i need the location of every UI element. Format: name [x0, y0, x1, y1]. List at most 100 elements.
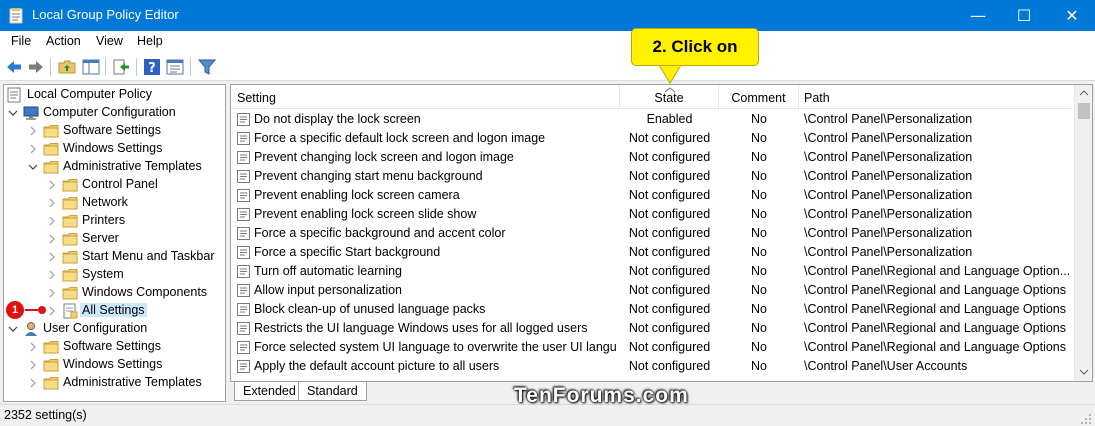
table-row[interactable]: Force a specific Start background Not con…	[231, 243, 1071, 262]
show-hide-tree-icon[interactable]	[82, 58, 100, 76]
setting-name: Prevent changing lock screen and logon i…	[254, 150, 514, 164]
table-row[interactable]: Restricts the UI language Windows uses f…	[231, 319, 1071, 338]
tree-item-label: Windows Settings	[63, 141, 163, 155]
close-button[interactable]: ✕	[1049, 0, 1095, 31]
policy-setting-icon	[237, 246, 250, 259]
setting-comment: No	[751, 131, 767, 145]
callout-pointer	[658, 65, 682, 84]
scroll-down-icon[interactable]	[1079, 369, 1089, 375]
toolbar-separator	[136, 58, 137, 76]
chevron-right-icon[interactable]	[47, 198, 57, 208]
setting-path: \Control Panel\Regional and Language Opt…	[804, 340, 1066, 354]
folder-icon	[43, 341, 59, 354]
setting-name: Block clean-up of unused language packs	[254, 302, 486, 316]
forward-arrow-icon[interactable]	[27, 58, 45, 76]
column-header-comment[interactable]: Comment	[719, 85, 799, 109]
settings-list[interactable]: Setting State Comment Path Do not displa…	[230, 84, 1093, 382]
scroll-thumb[interactable]	[1078, 103, 1090, 119]
setting-path: \Control Panel\Personalization	[804, 150, 973, 164]
setting-state: Enabled	[646, 112, 693, 126]
menu-file[interactable]: File	[11, 34, 31, 48]
vertical-scrollbar[interactable]	[1074, 85, 1092, 381]
table-row[interactable]: Allow input personalization Not configure…	[231, 281, 1071, 300]
chevron-right-icon[interactable]	[47, 216, 57, 226]
folder-icon	[43, 377, 59, 390]
chevron-right-icon[interactable]	[47, 234, 57, 244]
chevron-right-icon[interactable]	[47, 252, 57, 262]
setting-comment: No	[751, 340, 767, 354]
maximize-button[interactable]: ☐	[1001, 0, 1047, 31]
minimize-button[interactable]: —	[955, 0, 1001, 31]
tree-item-label: Control Panel	[82, 177, 158, 191]
chevron-down-icon[interactable]	[8, 324, 18, 334]
table-row[interactable]: Turn off automatic learning Not configure…	[231, 262, 1071, 281]
column-header-path[interactable]: Path	[799, 85, 1071, 109]
table-row[interactable]: Apply the default account picture to all…	[231, 357, 1071, 376]
menu-action[interactable]: Action	[46, 34, 81, 48]
table-row[interactable]: Prevent enabling lock screen slide show N…	[231, 205, 1071, 224]
setting-path: \Control Panel\Personalization	[804, 169, 973, 183]
policy-setting-icon	[237, 284, 250, 297]
chevron-right-icon[interactable]	[47, 306, 57, 316]
help-icon[interactable]: ?	[143, 58, 161, 76]
properties-icon[interactable]	[166, 58, 184, 76]
tab-extended[interactable]: Extended	[234, 382, 305, 401]
chevron-right-icon[interactable]	[28, 378, 38, 388]
folder-icon	[62, 215, 78, 228]
table-row[interactable]: Prevent changing lock screen and logon i…	[231, 148, 1071, 167]
folder-icon	[62, 287, 78, 300]
setting-comment: No	[751, 359, 767, 373]
setting-name: Allow input personalization	[254, 283, 403, 297]
export-list-icon[interactable]	[112, 58, 130, 76]
up-folder-icon[interactable]	[58, 58, 76, 76]
menu-view[interactable]: View	[96, 34, 123, 48]
table-row[interactable]: Prevent changing start menu background No…	[231, 167, 1071, 186]
policy-document-icon	[7, 87, 21, 103]
setting-name: Restricts the UI language Windows uses f…	[254, 321, 588, 335]
chevron-down-icon[interactable]	[28, 162, 38, 172]
chevron-right-icon[interactable]	[28, 342, 38, 352]
column-header-setting[interactable]: Setting	[231, 85, 620, 109]
tab-standard[interactable]: Standard	[298, 382, 367, 401]
setting-path: \Control Panel\User Accounts	[804, 359, 968, 373]
filter-icon[interactable]	[198, 58, 216, 76]
chevron-right-icon[interactable]	[47, 288, 57, 298]
setting-path: \Control Panel\Personalization	[804, 131, 973, 145]
setting-comment: No	[751, 264, 767, 278]
setting-state: Not configured	[628, 188, 711, 202]
table-row[interactable]: Do not display the lock screen Enabled No \…	[231, 110, 1071, 129]
menu-help[interactable]: Help	[137, 34, 163, 48]
table-row[interactable]: Prevent enabling lock screen camera Not c…	[231, 186, 1071, 205]
sort-ascending-icon	[664, 87, 676, 93]
chevron-right-icon[interactable]	[28, 126, 38, 136]
tree-item-label: Printers	[82, 213, 126, 227]
chevron-right-icon[interactable]	[47, 270, 57, 280]
toolbar-separator	[105, 58, 106, 76]
setting-name: Force selected system UI language to ove…	[254, 340, 616, 354]
tree-item-label: Administrative Templates	[63, 375, 202, 389]
setting-path: \Control Panel\Regional and Language Opt…	[804, 283, 1066, 297]
tree-item-label: Server	[82, 231, 119, 245]
setting-name: Prevent enabling lock screen camera	[254, 188, 460, 202]
toolbar-separator	[50, 58, 51, 76]
table-row[interactable]: Force selected system UI language to ove…	[231, 338, 1071, 357]
setting-state: Not configured	[628, 302, 711, 316]
folder-icon	[62, 269, 78, 282]
setting-state: Not configured	[628, 359, 711, 373]
console-tree[interactable]: Local Computer Policy Computer Configura…	[3, 84, 226, 402]
scroll-up-icon[interactable]	[1079, 90, 1089, 96]
tree-item-label: Software Settings	[63, 123, 161, 137]
chevron-right-icon[interactable]	[47, 180, 57, 190]
back-arrow-icon[interactable]	[5, 58, 23, 76]
chevron-right-icon[interactable]	[28, 144, 38, 154]
setting-comment: No	[751, 207, 767, 221]
policy-setting-icon	[237, 208, 250, 221]
watermark: TenForums.com	[514, 384, 689, 407]
toolbar: ?	[0, 53, 1095, 81]
resize-grip-icon[interactable]	[1080, 413, 1092, 425]
table-row[interactable]: Block clean-up of unused language packs N…	[231, 300, 1071, 319]
chevron-right-icon[interactable]	[28, 360, 38, 370]
table-row[interactable]: Force a specific default lock screen and…	[231, 129, 1071, 148]
chevron-down-icon[interactable]	[8, 108, 18, 118]
table-row[interactable]: Force a specific background and accent c…	[231, 224, 1071, 243]
